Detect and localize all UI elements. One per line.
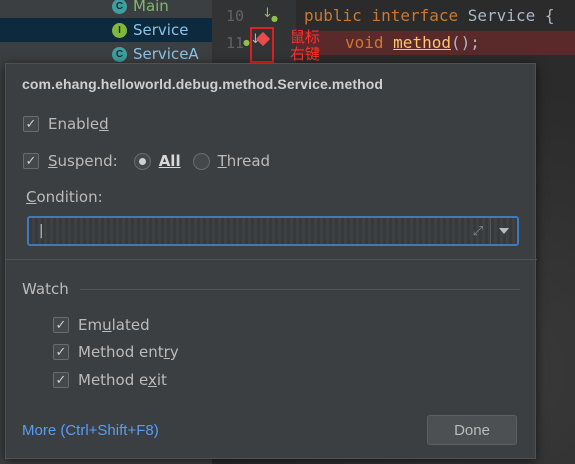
method-entry-checkbox[interactable]: ✓ [53, 344, 69, 360]
label-mnemonic: u [102, 316, 112, 334]
label-post: it [156, 371, 167, 389]
suspend-label[interactable]: Suspend: [48, 152, 118, 170]
dialog-title: com.ehang.helloworld.debug.method.Servic… [22, 76, 384, 92]
keyword-public: public [304, 6, 362, 25]
method-entry-label[interactable]: Method entry [78, 343, 179, 361]
enabled-label-text: Enable [48, 115, 100, 133]
more-link[interactable]: More (Ctrl+Shift+F8) [22, 422, 159, 439]
done-button[interactable]: Done [427, 415, 517, 445]
tree-item-service[interactable]: I Service [0, 18, 212, 42]
method-exit-checkbox[interactable]: ✓ [53, 372, 69, 388]
condition-label: Condition: [26, 188, 103, 206]
emulated-checkbox[interactable]: ✓ [53, 317, 69, 333]
method-exit-row[interactable]: ✓ Method exit [53, 371, 167, 389]
thread-label-mnemonic: T [217, 152, 227, 170]
suspend-all-radio[interactable] [133, 152, 151, 170]
label-mnemonic: x [148, 371, 157, 389]
enabled-checkbox-row[interactable]: ✓ Enabled [23, 115, 109, 133]
divider [6, 259, 537, 260]
implemented-dot-icon: ● [243, 38, 250, 47]
suspend-row: ✓ Suspend: All Thread [23, 152, 270, 170]
suspend-checkbox[interactable]: ✓ [23, 153, 39, 169]
condition-label-text: Condition: [26, 188, 103, 206]
tree-item-label: ServiceA [133, 45, 199, 63]
suspend-thread-label[interactable]: Thread [218, 152, 270, 170]
watch-header: Watch [22, 280, 69, 298]
code-line-11[interactable]: void method(); [345, 33, 480, 52]
enabled-checkbox[interactable]: ✓ [23, 116, 39, 132]
implemented-dot-icon: ● [271, 14, 278, 23]
suspend-all-label[interactable]: All [159, 152, 181, 170]
label-post: lated [111, 316, 150, 334]
emulated-label[interactable]: Emulated [78, 316, 150, 334]
method-exit-label[interactable]: Method exit [78, 371, 167, 389]
breakpoint-popup: com.ehang.helloworld.debug.method.Servic… [5, 63, 537, 459]
code-text: Service { [458, 6, 555, 25]
tree-item-label: Service [133, 21, 189, 39]
radio-dot [138, 157, 146, 165]
enabled-label-mnemonic: d [99, 115, 109, 133]
suspend-label-mnemonic: S [48, 152, 58, 170]
class-icon: C [112, 0, 127, 14]
keyword-void: void [345, 33, 384, 52]
keyword-interface: interface [371, 6, 459, 25]
chevron-down-icon [499, 228, 509, 234]
annotation-right-click: 鼠标 右键 [290, 29, 320, 63]
condition-label-post: ondition: [36, 188, 103, 206]
expand-icon[interactable]: ⤢ [466, 224, 490, 239]
method-name: method [393, 33, 451, 52]
condition-history-dropdown[interactable] [490, 218, 517, 244]
tree-item-label: Main [133, 0, 169, 15]
label-pre: Method e [78, 371, 148, 389]
emulated-row[interactable]: ✓ Emulated [53, 316, 150, 334]
line-number: 11 [225, 34, 244, 52]
annotation-line-2: 右键 [290, 45, 321, 63]
suspend-label-text: uspend: [57, 152, 118, 170]
class-icon: C [112, 46, 127, 62]
suspend-thread-radio[interactable] [192, 152, 210, 170]
condition-field[interactable]: ⤢ [27, 216, 519, 246]
enabled-label[interactable]: Enabled [48, 115, 109, 133]
annotation-line-1: 鼠标 [290, 28, 321, 46]
watch-divider [80, 289, 520, 290]
label-pre: Em [78, 316, 103, 334]
interface-icon: I [112, 22, 127, 38]
thread-label-text: hread [226, 152, 271, 170]
code-line-10[interactable]: public interface Service { [304, 6, 554, 25]
condition-mnemonic: C [26, 188, 37, 206]
code-text: (); [450, 33, 480, 52]
line-number: 10 [225, 7, 244, 25]
label-pre: Method ent [78, 343, 164, 361]
label-post: y [169, 343, 179, 361]
condition-input[interactable] [29, 218, 466, 244]
method-entry-row[interactable]: ✓ Method entry [53, 343, 179, 361]
watch-title: Watch [22, 280, 69, 298]
tree-item-main[interactable]: C Main [0, 0, 212, 18]
